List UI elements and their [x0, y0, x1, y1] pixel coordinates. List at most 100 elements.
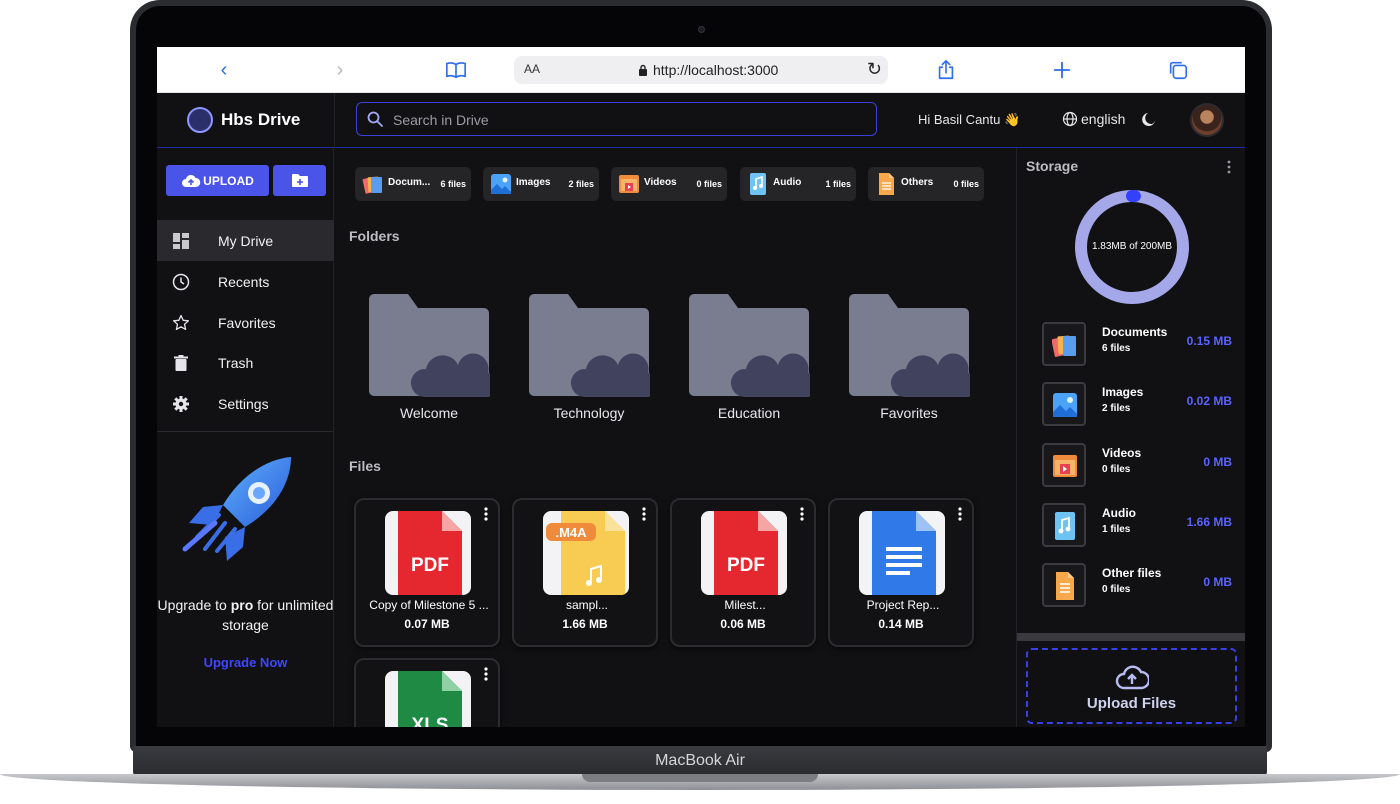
sidebar: UPLOAD My Drive Recents Favorites Trash …	[157, 148, 334, 727]
file-size: 0.14 MB	[878, 617, 924, 631]
more-options-icon[interactable]	[642, 507, 646, 521]
trash-icon	[174, 354, 188, 371]
chip-count: 0 files	[953, 179, 979, 189]
file-type-label: PDF	[411, 555, 449, 576]
tabs-overview-icon[interactable]	[1167, 59, 1189, 81]
more-options-icon[interactable]	[484, 507, 488, 521]
storage-row-size: 1.66 MB	[1186, 515, 1232, 529]
more-options-icon[interactable]	[1227, 160, 1231, 174]
new-tab-icon[interactable]	[1051, 59, 1073, 81]
folder-item[interactable]: Favorites	[848, 293, 970, 421]
new-folder-button[interactable]	[273, 165, 326, 196]
file-name: sampl...	[565, 598, 608, 612]
file-card[interactable]: Project Rep... 0.14 MB	[828, 498, 974, 647]
storage-heading: Storage	[1026, 158, 1079, 174]
chip-label: Others	[901, 177, 934, 188]
user-greeting: Hi Basil Cantu 👋	[918, 112, 1021, 127]
panel-divider	[1017, 633, 1245, 641]
file-card[interactable]: PDF Copy of Milestone 5 ... 0.07 MB	[354, 498, 500, 647]
language-selector[interactable]: english	[1062, 111, 1125, 127]
sidebar-item-settings[interactable]: Settings	[157, 383, 334, 424]
file-thumbnail: XLS	[385, 671, 471, 727]
category-chip-others[interactable]: Others 0 files	[868, 167, 984, 201]
search-box[interactable]	[356, 102, 877, 136]
chip-count: 2 files	[568, 179, 594, 189]
upload-files-dropzone[interactable]: Upload Files	[1026, 648, 1237, 724]
file-card[interactable]: XLS	[354, 658, 500, 727]
address-bar[interactable]: AA http://localhost:3000 ↻	[514, 56, 888, 84]
more-options-icon[interactable]	[958, 507, 962, 521]
storage-row-other-files[interactable]: Other files 0 files 0 MB	[1042, 563, 1232, 607]
back-icon[interactable]: ‹	[213, 59, 235, 81]
file-type-label: .M4A	[555, 525, 587, 540]
file-name: Project Rep...	[866, 598, 940, 612]
sidebar-item-label: Settings	[218, 395, 269, 412]
brand[interactable]: Hbs Drive	[187, 107, 300, 133]
google-docs-icon	[872, 511, 936, 595]
file-thumbnail	[859, 511, 945, 595]
chip-count: 6 files	[440, 179, 466, 189]
gear-icon	[173, 395, 189, 412]
search-icon	[367, 111, 383, 127]
storage-panel: Storage 1.83MB of 200MB Documents 6 file…	[1016, 148, 1245, 727]
files-heading: Files	[349, 458, 381, 474]
main-content: Docum... 6 files Images 2 files Videos 0…	[335, 148, 1016, 727]
images-icon	[1042, 382, 1086, 426]
category-chip-audio[interactable]: Audio 1 files	[740, 167, 856, 201]
more-options-icon[interactable]	[800, 507, 804, 521]
file-card[interactable]: PDF Milest... 0.06 MB	[670, 498, 816, 647]
browser-toolbar: ‹ › AA http://localhost:3000 ↻	[157, 47, 1245, 93]
pdf-file-icon: PDF	[398, 511, 462, 595]
sidebar-item-label: Recents	[218, 273, 270, 290]
bookmarks-icon[interactable]	[445, 59, 467, 81]
clock-icon	[172, 273, 190, 290]
folder-item[interactable]: Welcome	[368, 293, 490, 421]
share-icon[interactable]	[935, 59, 957, 81]
cloud-upload-icon	[1115, 665, 1149, 690]
chip-count: 1 files	[825, 179, 851, 189]
folder-item[interactable]: Education	[688, 293, 810, 421]
text-size-button[interactable]: AA	[524, 62, 540, 76]
storage-row-count: 0 files	[1102, 464, 1131, 475]
chip-label: Docum...	[388, 177, 431, 188]
storage-row-images[interactable]: Images 2 files 0.02 MB	[1042, 382, 1232, 426]
category-chip-videos[interactable]: Videos 0 files	[611, 167, 727, 201]
category-chip-images[interactable]: Images 2 files	[483, 167, 599, 201]
webcam	[698, 26, 705, 33]
forward-icon[interactable]: ›	[329, 59, 351, 81]
user-avatar[interactable]	[1190, 103, 1224, 137]
category-chip-documents[interactable]: Docum... 6 files	[355, 167, 471, 201]
storage-row-audio[interactable]: Audio 1 files 1.66 MB	[1042, 503, 1232, 547]
storage-row-documents[interactable]: Documents 6 files 0.15 MB	[1042, 322, 1232, 366]
storage-row-count: 2 files	[1102, 403, 1131, 414]
more-options-icon[interactable]	[484, 667, 488, 681]
file-thumbnail: .M4A	[543, 511, 629, 595]
spreadsheet-file-icon: XLS	[398, 671, 462, 727]
storage-row-videos[interactable]: Videos 0 files 0 MB	[1042, 443, 1232, 487]
upgrade-now-link[interactable]: Upgrade Now	[157, 655, 334, 670]
sidebar-item-trash[interactable]: Trash	[157, 342, 334, 383]
file-card[interactable]: .M4A sampl... 1.66 MB	[512, 498, 658, 647]
chip-label: Audio	[773, 177, 802, 188]
storage-row-size: 0 MB	[1203, 575, 1232, 589]
header-divider	[334, 93, 335, 148]
reload-icon[interactable]: ↻	[867, 59, 882, 80]
search-input[interactable]	[393, 109, 863, 131]
lock-icon	[639, 64, 647, 76]
app-header: Hbs Drive Hi Basil Cantu 👋 english	[157, 93, 1245, 148]
star-icon	[172, 314, 190, 330]
sidebar-item-recents[interactable]: Recents	[157, 261, 334, 302]
sidebar-item-my-drive[interactable]: My Drive	[157, 220, 334, 261]
chip-label: Videos	[644, 177, 677, 188]
dark-mode-toggle-icon[interactable]	[1140, 110, 1158, 128]
rocket-icon	[182, 457, 291, 561]
folder-name: Education	[717, 405, 781, 421]
sidebar-item-favorites[interactable]: Favorites	[157, 302, 334, 343]
storage-row-name: Audio	[1102, 506, 1136, 520]
documents-icon	[362, 176, 382, 194]
upload-button[interactable]: UPLOAD	[166, 165, 269, 196]
dashboard-icon	[173, 232, 189, 249]
storage-row-count: 1 files	[1102, 524, 1131, 535]
folder-item[interactable]: Technology	[528, 293, 650, 421]
device-label: MacBook Air	[655, 752, 745, 769]
